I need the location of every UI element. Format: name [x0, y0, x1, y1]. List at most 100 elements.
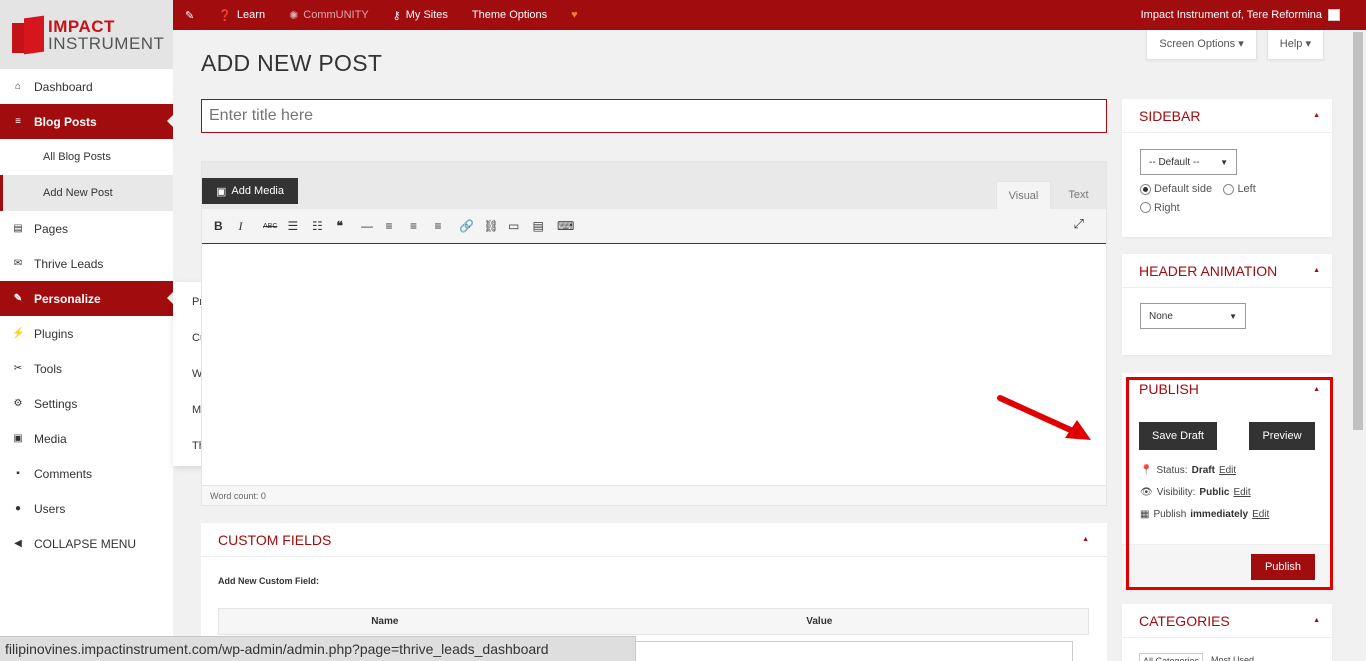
posts-icon: ≡ [15, 116, 21, 127]
screen-options-button[interactable]: Screen Options ▾ [1146, 30, 1257, 60]
collapse-arrow-icon[interactable]: ▲ [1313, 112, 1320, 119]
header-animation-box: HEADER ANIMATION ▲ None ▼ [1122, 254, 1332, 355]
custom-fields-title: CUSTOM FIELDS [218, 531, 332, 548]
link-icon[interactable]: 🔗 [459, 219, 484, 233]
bullet-list-icon[interactable]: ☰ [288, 219, 313, 233]
logo-line2: INSTRUMENT [48, 33, 165, 53]
sidebar-item-settings[interactable]: ⚙ Settings [0, 386, 173, 421]
post-title-input[interactable] [201, 99, 1107, 133]
annotation-arrow-icon [997, 395, 1091, 440]
unlink-icon[interactable]: ⛓ [484, 219, 509, 233]
sidebar-subitem-add-new-post[interactable]: Add New Post [0, 175, 173, 211]
column-value: Value [806, 616, 833, 627]
pencil-icon: ✎ [185, 9, 195, 22]
topbar-theme-options[interactable]: Theme Options [460, 0, 559, 30]
chevron-down-icon: ▼ [1229, 311, 1237, 321]
comment-icon: ▪ [16, 468, 20, 479]
community-icon: ✺ [289, 9, 299, 22]
add-media-button[interactable]: ▣ Add Media [202, 178, 298, 204]
sidebar-nav: ⌂ Dashboard ≡ Blog Posts All Blog Posts Ad… [0, 69, 173, 561]
collapse-arrow-icon[interactable]: ▲ [1082, 536, 1089, 543]
categories-box: CATEGORIES ▲ All Categories Most Used [1122, 604, 1332, 661]
sidebar-item-blog-posts[interactable]: ≡ Blog Posts [0, 104, 173, 139]
blockquote-icon[interactable]: ❝ [337, 219, 362, 233]
chevron-down-icon: ▼ [1220, 157, 1228, 167]
horizontal-line-icon[interactable]: — [361, 219, 386, 233]
sidebar-item-plugins[interactable]: ⚡ Plugins [0, 316, 173, 351]
sidebar-item-personalize[interactable]: ✎ Personalize [0, 281, 173, 316]
topbar-user[interactable]: Impact Instrument of, Tere Reformina [1141, 9, 1366, 21]
collapse-menu-button[interactable]: ◀ COLLAPSE MENU [0, 526, 173, 561]
media-icon: ▣ [13, 433, 23, 444]
topbar-learn[interactable]: ❓ Learn [206, 0, 277, 30]
editor-toolbar: B I ABC ☰ ☷ ❝ — ≡ ≡ ≡ 🔗 ⛓ ▭ ▤ ⌨ ⤢ [202, 209, 1106, 244]
header-animation-header[interactable]: HEADER ANIMATION ▲ [1122, 254, 1332, 288]
page-scrollbar[interactable] [1350, 30, 1366, 661]
sidebar-item-pages[interactable]: ▤ Pages [0, 211, 173, 246]
sidebar-item-tools[interactable]: ✂ Tools [0, 351, 173, 386]
radio-default-side[interactable]: Default side [1140, 183, 1212, 195]
gear-icon: ⚙ [13, 398, 23, 409]
sidebar-item-media[interactable]: ▣ Media [0, 421, 173, 456]
topbar-edit[interactable]: ✎ [173, 0, 206, 30]
plug-icon: ⚡ [12, 328, 25, 339]
media-icon: ▣ [216, 185, 227, 198]
wrench-icon: ✂ [13, 363, 23, 374]
topbar-my-sites[interactable]: ⚷ My Sites [381, 0, 460, 30]
column-name: Name [371, 616, 399, 627]
question-icon: ❓ [218, 9, 232, 22]
fullscreen-icon[interactable]: ⤢ [1074, 216, 1099, 232]
admin-topbar: ✎ ❓ Learn ✺ CommUNITY ⚷ My Sites Theme Opti… [173, 0, 1366, 30]
sidebar-item-dashboard[interactable]: ⌂ Dashboard [0, 69, 173, 104]
tab-most-used[interactable]: Most Used [1211, 653, 1254, 661]
header-animation-select[interactable]: None ▼ [1140, 303, 1246, 329]
brush-icon: ✎ [13, 293, 23, 304]
help-button[interactable]: Help ▾ [1266, 30, 1324, 60]
collapse-arrow-icon[interactable]: ▲ [1313, 267, 1320, 274]
align-left-icon[interactable]: ≡ [386, 219, 411, 233]
numbered-list-icon[interactable]: ☷ [312, 219, 337, 233]
categories-header[interactable]: CATEGORIES ▲ [1122, 604, 1332, 638]
topbar-community[interactable]: ✺ CommUNITY [277, 0, 381, 30]
tab-visual[interactable]: Visual [996, 181, 1051, 209]
keyboard-icon[interactable]: ⌨ [557, 219, 582, 233]
sidebar-subitem-all-blog-posts[interactable]: All Blog Posts [0, 139, 173, 175]
align-center-icon[interactable]: ≡ [410, 219, 435, 233]
users-icon: ● [14, 503, 22, 514]
mail-icon: ✉ [13, 258, 23, 269]
pages-icon: ▤ [13, 223, 23, 234]
custom-field-value-input[interactable] [633, 641, 1073, 661]
radio-right[interactable]: Right [1140, 202, 1180, 214]
logo-line1: IMPACT [48, 16, 115, 36]
read-more-icon[interactable]: ▭ [508, 219, 533, 233]
heart-icon: ♥ [571, 9, 578, 21]
editor-content-area[interactable] [202, 244, 1106, 485]
custom-fields-header[interactable]: CUSTOM FIELDS ▲ [201, 523, 1107, 557]
sidebar-item-users[interactable]: ● Users [0, 491, 173, 526]
radio-left[interactable]: Left [1223, 183, 1256, 195]
page-title: ADD NEW POST [201, 50, 383, 76]
sidebar-item-comments[interactable]: ▪ Comments [0, 456, 173, 491]
collapse-icon: ◀ [14, 538, 22, 549]
paste-icon[interactable]: ▤ [533, 219, 558, 233]
sidebar-box-header[interactable]: SIDEBAR ▲ [1122, 99, 1332, 133]
site-logo[interactable]: IMPACT INSTRUMENT [0, 0, 173, 69]
add-custom-field-label: Add New Custom Field: [218, 576, 319, 586]
align-right-icon[interactable]: ≡ [435, 219, 460, 233]
tab-text[interactable]: Text [1051, 181, 1106, 209]
bold-icon[interactable]: B [214, 219, 239, 233]
sidebar-select[interactable]: -- Default -- ▼ [1140, 149, 1237, 175]
tab-all-categories[interactable]: All Categories [1139, 653, 1204, 661]
strikethrough-icon[interactable]: ABC [263, 223, 288, 230]
italic-icon[interactable]: I [239, 219, 264, 234]
chevron-down-icon: ▾ [1238, 38, 1244, 50]
chevron-down-icon: ▾ [1305, 38, 1311, 50]
screen-meta-links: Screen Options ▾ Help ▾ [1146, 30, 1324, 60]
annotation-highlight-box [1126, 377, 1333, 590]
user-greeting: Impact Instrument of, Tere Reformina [1140, 9, 1322, 21]
sidebar-item-thrive-leads[interactable]: ✉ Thrive Leads [0, 246, 173, 281]
browser-status-url: filipinovines.impactinstrument.com/wp-ad… [0, 636, 636, 661]
collapse-arrow-icon[interactable]: ▲ [1313, 617, 1320, 624]
topbar-heart[interactable]: ♥ [559, 0, 590, 30]
logo-mark-icon [12, 15, 44, 54]
